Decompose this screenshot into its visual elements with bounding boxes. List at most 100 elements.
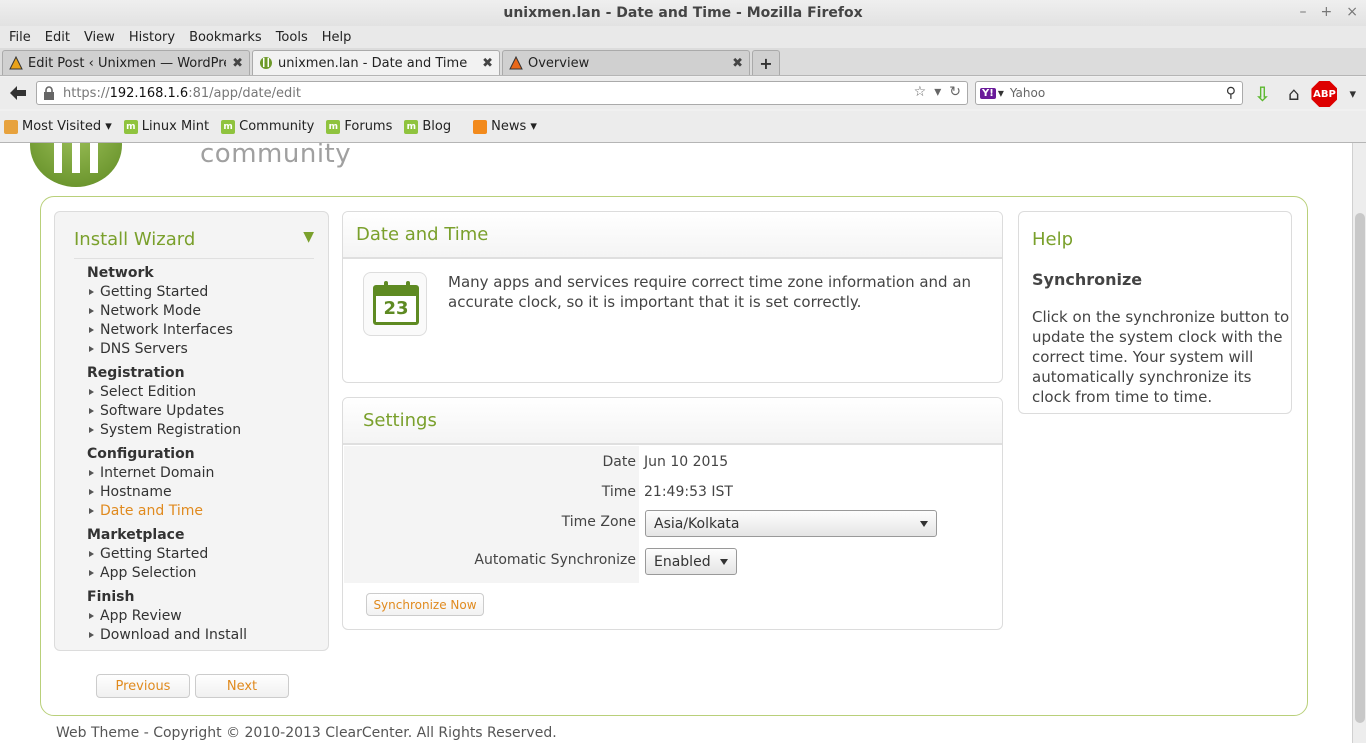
engine-dropdown-icon[interactable]: ▾ [998,86,1004,100]
calendar-icon: 23 [363,272,427,336]
wizard-step[interactable]: DNS Servers [87,340,317,359]
menu-file[interactable]: File [4,30,36,45]
wizard-step[interactable]: System Registration [87,421,317,440]
tab-wordpress[interactable]: Edit Post ‹ Unixmen — WordPress ✖ [2,50,250,75]
dropdown-arrow-icon[interactable]: ▾ [934,84,941,100]
bookmark-community[interactable]: m Community [221,119,314,134]
mint-icon: m [326,119,341,134]
menu-tools[interactable]: Tools [271,30,313,45]
wizard-group-configuration: Configuration [87,446,195,462]
warning-icon [509,56,523,70]
window-titlebar: unixmen.lan - Date and Time - Mozilla Fi… [0,0,1366,26]
close-tab-icon[interactable]: ✖ [482,56,493,71]
wizard-group-registration: Registration [87,365,185,381]
download-icon[interactable]: ⇩ [1254,82,1276,106]
wizard-group-network: Network [87,265,154,281]
folder-icon [4,119,18,134]
wizard-step[interactable]: Select Edition [87,383,317,402]
menu-bar: File Edit View History Bookmarks Tools H… [0,26,1366,48]
bookmark-star-icon[interactable]: ☆ [914,84,927,100]
adblock-icon[interactable]: ABP [1311,81,1338,107]
page-viewport: community Install Wizard ▼ Network Getti… [0,143,1352,743]
menu-bookmarks[interactable]: Bookmarks [184,30,267,45]
wizard-step[interactable]: Network Mode [87,302,317,321]
bookmark-linux-mint[interactable]: m Linux Mint [123,119,209,134]
previous-button[interactable]: Previous [96,674,190,698]
time-value: 21:49:53 IST [644,484,733,500]
close-tab-icon[interactable]: ✖ [232,56,243,71]
wizard-step[interactable]: Internet Domain [87,464,317,483]
menu-edit[interactable]: Edit [40,30,75,45]
wizard-group-finish: Finish [87,589,135,605]
warning-icon [9,56,23,70]
yahoo-engine-icon[interactable]: Y! [980,87,996,99]
help-panel: Help Synchronize Click on the synchroniz… [1018,211,1292,414]
calendar-number: 23 [383,298,409,319]
tab-overview[interactable]: Overview ✖ [502,50,750,75]
menu-view[interactable]: View [79,30,120,45]
help-title: Help [1032,229,1074,250]
wizard-step[interactable]: Getting Started [87,283,317,302]
menu-help[interactable]: Help [317,30,357,45]
wizard-step[interactable]: Network Interfaces [87,321,317,340]
new-tab-button[interactable]: + [752,50,780,75]
scrollbar-thumb[interactable] [1355,213,1365,723]
wizard-step[interactable]: Software Updates [87,402,317,421]
navigation-bar: https://192.168.1.6:81/app/date/edit ☆ ▾… [0,77,1366,109]
tab-label: unixmen.lan - Date and Time [278,55,468,71]
wizard-group-marketplace: Marketplace [87,527,185,543]
date-value: Jun 10 2015 [644,454,729,470]
settings-panel: Settings Date Jun 10 2015 Time 21:49:53 … [342,397,1003,630]
tab-bar: Edit Post ‹ Unixmen — WordPress ✖ unixme… [0,48,1366,76]
wizard-steps: Network Getting Started Network Mode Net… [87,264,317,645]
maximize-button[interactable]: + [1321,4,1333,20]
page-scrollbar[interactable] [1352,143,1366,743]
dropdown-caret-icon [720,559,728,565]
bookmark-forums[interactable]: m Forums [326,119,392,134]
date-time-panel: Date and Time 23 Many apps and services … [342,211,1003,383]
url-bar[interactable]: https://192.168.1.6:81/app/date/edit ☆ ▾… [36,81,968,105]
site-logo-icon [260,57,272,69]
search-bar[interactable]: Y! ▾ Yahoo ⚲ [975,81,1243,105]
search-icon[interactable]: ⚲ [1226,85,1236,101]
wizard-step[interactable]: Hostname [87,483,317,502]
back-button[interactable] [6,81,30,105]
settings-title: Settings [343,398,1002,445]
wizard-step[interactable]: App Review [87,607,317,626]
mint-icon: m [404,119,419,134]
bookmarks-bar: Most Visited ▾ m Linux Mint m Community mF… [0,111,1366,143]
next-button[interactable]: Next [195,674,289,698]
help-text: Click on the synchronize button to updat… [1032,308,1290,406]
url-path: :81/app/date/edit [188,85,301,101]
close-window-button[interactable]: × [1346,4,1358,20]
rss-icon [473,119,488,134]
reload-icon[interactable]: ↻ [949,84,961,100]
timezone-select[interactable]: Asia/Kolkata [645,510,937,537]
menu-history[interactable]: History [124,30,180,45]
close-tab-icon[interactable]: ✖ [732,56,743,71]
wizard-step[interactable]: Getting Started [87,545,317,564]
tab-date-time[interactable]: unixmen.lan - Date and Time ✖ [252,50,500,75]
wizard-step[interactable]: App Selection [87,564,317,583]
wizard-step[interactable]: Download and Install [87,626,317,645]
tab-label: Edit Post ‹ Unixmen — WordPress [28,55,227,71]
autosync-select[interactable]: Enabled [645,548,737,575]
url-scheme: https:// [63,85,110,101]
window-title: unixmen.lan - Date and Time - Mozilla Fi… [503,5,863,21]
autosync-label: Automatic Synchronize [474,552,636,568]
collapse-arrow-icon[interactable]: ▼ [303,229,314,245]
bookmark-blog[interactable]: m Blog [404,119,451,134]
home-icon[interactable]: ⌂ [1288,84,1299,105]
wizard-step-current[interactable]: Date and Time [87,502,317,521]
panel-title: Date and Time [343,212,1002,259]
time-label: Time [601,484,636,500]
window-controls: – + × [1300,4,1358,20]
minimize-button[interactable]: – [1300,4,1307,20]
tab-label: Overview [528,55,590,71]
intro-text: Many apps and services require correct t… [448,273,972,311]
synchronize-now-button[interactable]: Synchronize Now [366,593,484,616]
footer-copyright: Web Theme - Copyright © 2010-2013 ClearC… [56,725,557,741]
bookmark-most-visited[interactable]: Most Visited ▾ [4,119,112,134]
adblock-dropdown-icon[interactable]: ▾ [1349,87,1356,102]
bookmark-news[interactable]: News ▾ [473,119,537,134]
